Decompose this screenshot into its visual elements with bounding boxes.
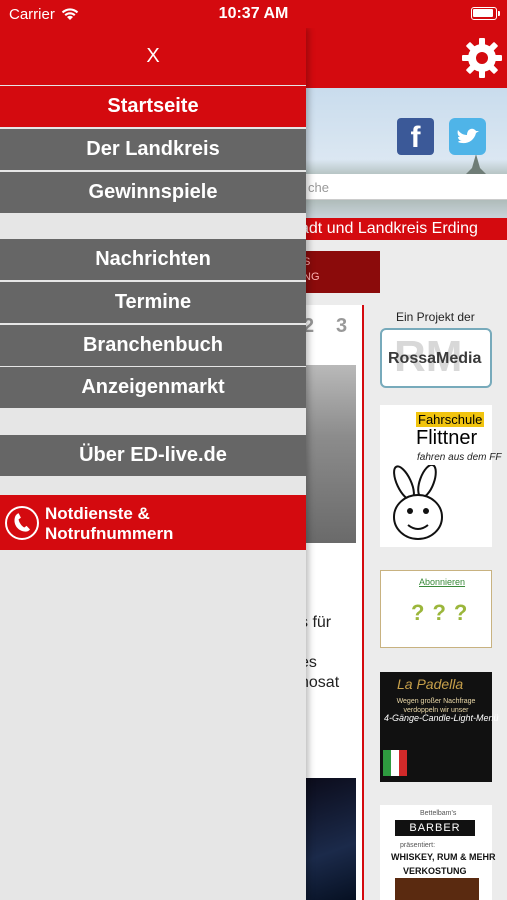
barber-ad-tasting: VERKOSTUNG	[403, 866, 467, 876]
page-number[interactable]: 3	[336, 315, 347, 338]
subscribe-ad-symbols: ???	[411, 600, 476, 625]
barber-ad-image	[395, 878, 479, 900]
fahrschule-ad-name: Flittner	[416, 427, 478, 449]
menu-item-anzeigenmarkt[interactable]: Anzeigenmarkt	[0, 367, 306, 408]
status-bar: Carrier 10:37 AM	[0, 0, 507, 28]
menu-item-termine[interactable]: Termine	[0, 282, 306, 323]
twitter-icon[interactable]	[449, 118, 486, 155]
facebook-icon[interactable]: f	[397, 118, 434, 155]
menu-item-ueber-ed-live[interactable]: Über ED-live.de	[0, 435, 306, 476]
battery-tip	[498, 11, 500, 16]
close-drawer-button[interactable]: X	[0, 45, 306, 68]
padella-ad-title: La Padella	[397, 676, 464, 692]
barber-ad-sub: präsentiert:	[400, 842, 436, 849]
barber-ad-headline: WHISKEY, RUM & MEHR	[391, 852, 496, 862]
emergency-label-line1: Notdienste &	[45, 504, 150, 523]
bunny-mascot-image	[393, 465, 443, 540]
search-placeholder: che	[308, 180, 329, 195]
battery-icon	[471, 7, 497, 20]
phone-icon	[5, 506, 39, 540]
fahrschule-ad-top: Fahrschule	[416, 412, 485, 427]
drawer-header: X	[0, 28, 306, 85]
rossamedia-text: RossaMedia	[388, 350, 482, 367]
project-label: Ein Projekt der	[396, 310, 475, 324]
menu-item-branchenbuch[interactable]: Branchenbuch	[0, 325, 306, 366]
clock: 10:37 AM	[218, 5, 289, 22]
subscribe-ad-text: Abonnieren	[419, 577, 466, 587]
search-field[interactable]	[300, 174, 507, 200]
gear-icon[interactable]	[461, 37, 503, 79]
article-image[interactable]	[300, 365, 356, 543]
menu-item-gewinnspiele[interactable]: Gewinnspiele	[0, 172, 306, 213]
menu-item-der-landkreis[interactable]: Der Landkreis	[0, 129, 306, 170]
emergency-numbers-button[interactable]: Notdienste & Notrufnummern	[0, 495, 306, 550]
italy-flag-icon	[383, 750, 407, 776]
emergency-label-line2: Notrufnummern	[45, 524, 174, 543]
fahrschule-ad-slogan: fahren aus dem FF	[417, 452, 502, 463]
region-banner-text: adt und Landkreis Erding	[300, 220, 478, 237]
navigation-drawer: X Startseite Der Landkreis Gewinnspiele …	[0, 28, 306, 900]
menu-item-nachrichten[interactable]: Nachrichten	[0, 239, 306, 280]
article-image[interactable]	[300, 778, 356, 900]
barber-ad-owner: Bettelbam's	[420, 810, 457, 817]
padella-ad-menu: 4-Gänge-Candle-Light-Menü	[384, 713, 499, 723]
menu-item-startseite[interactable]: Startseite	[0, 86, 306, 127]
barber-ad-badge: BARBER	[395, 820, 475, 836]
